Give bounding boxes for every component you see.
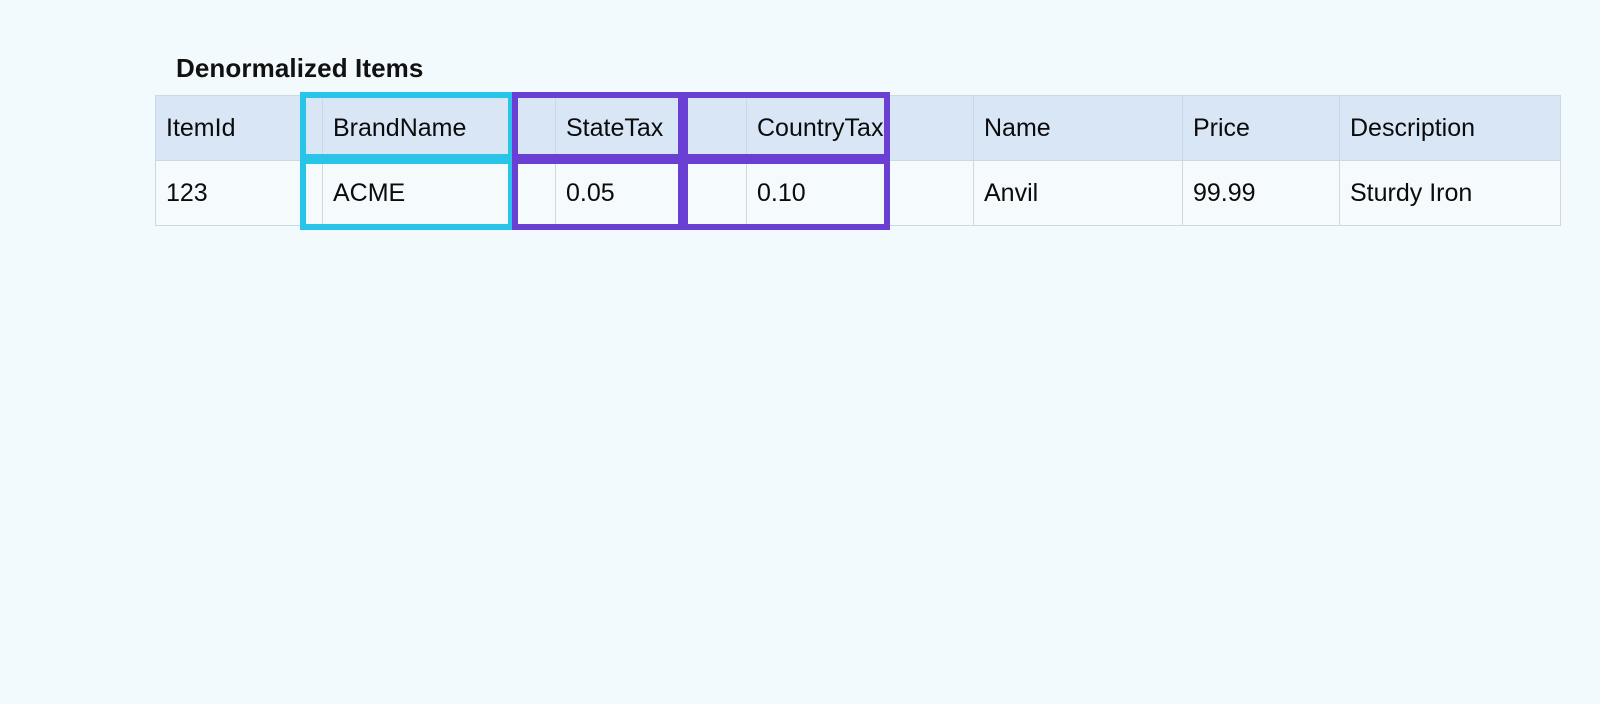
column-header-brandname: BrandName (322, 95, 556, 161)
cell-statetax: 0.05 (555, 160, 747, 226)
page-title: Denormalized Items (176, 53, 424, 83)
column-header-statetax: StateTax (555, 95, 747, 161)
column-header-description: Description (1339, 95, 1561, 161)
denormalized-items-table: ItemId BrandName StateTax CountryTax Nam… (155, 95, 1561, 226)
cell-itemid: 123 (155, 160, 323, 226)
cell-description: Sturdy Iron (1339, 160, 1561, 226)
table-container: ItemId BrandName StateTax CountryTax Nam… (155, 92, 1561, 230)
page-canvas: Denormalized Items ItemId BrandName Stat… (0, 0, 1600, 704)
column-header-price: Price (1182, 95, 1340, 161)
table-header: ItemId BrandName StateTax CountryTax Nam… (155, 95, 1561, 161)
cell-brandname: ACME (322, 160, 556, 226)
cell-name: Anvil (973, 160, 1183, 226)
column-header-itemid: ItemId (155, 95, 323, 161)
table-body: 123 ACME 0.05 0.10 Anvil 99.99 Sturdy Ir… (155, 160, 1561, 226)
column-header-name: Name (973, 95, 1183, 161)
cell-countrytax: 0.10 (746, 160, 974, 226)
column-header-countrytax: CountryTax (746, 95, 974, 161)
table-row: 123 ACME 0.05 0.10 Anvil 99.99 Sturdy Ir… (155, 160, 1561, 226)
table-header-row: ItemId BrandName StateTax CountryTax Nam… (155, 95, 1561, 161)
cell-price: 99.99 (1182, 160, 1340, 226)
